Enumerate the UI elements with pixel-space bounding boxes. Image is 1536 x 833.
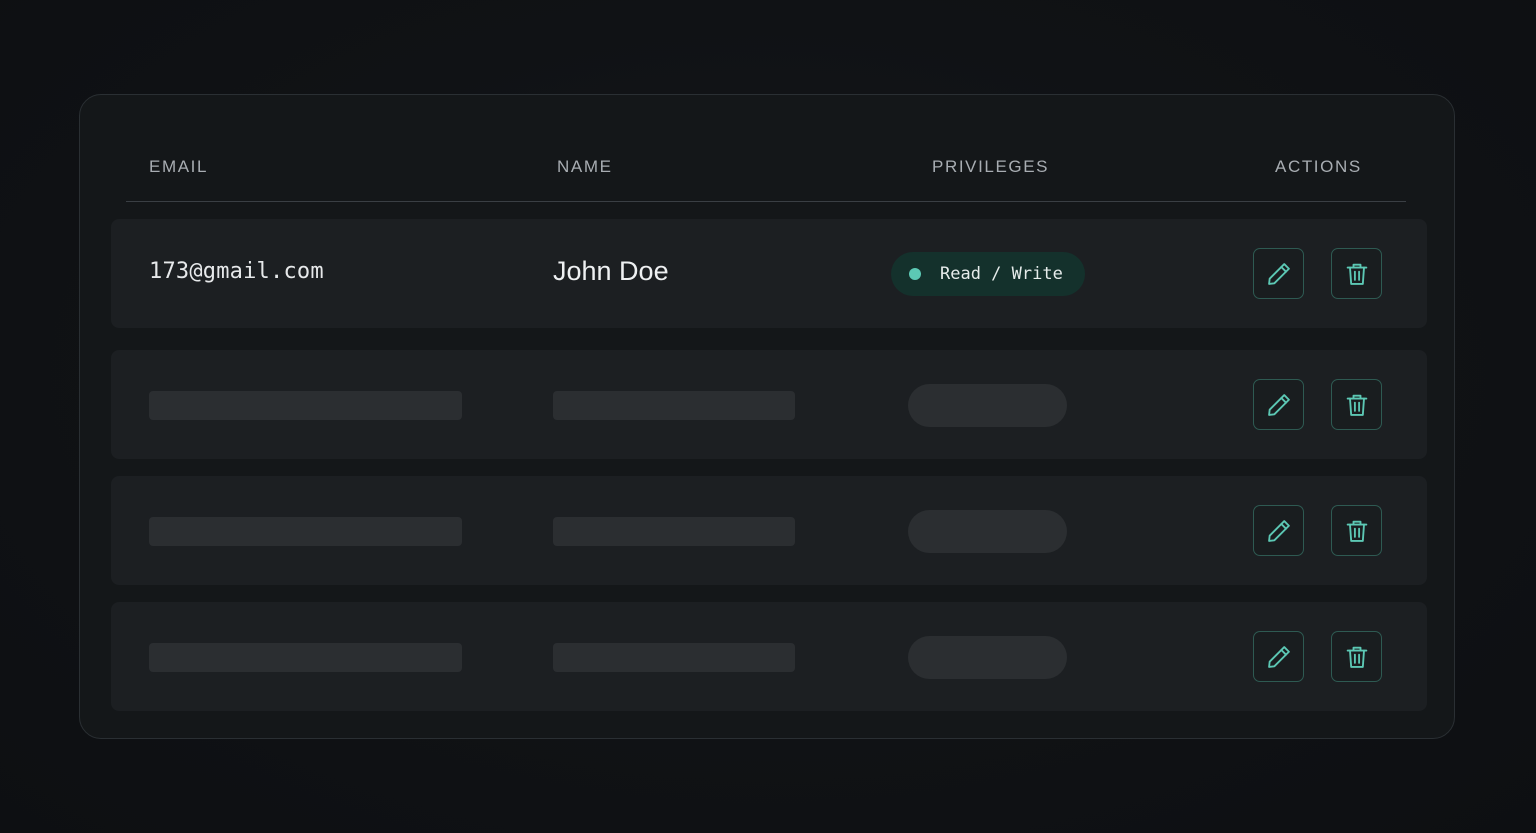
privilege-skeleton	[908, 384, 1067, 427]
pencil-icon	[1267, 645, 1290, 668]
email-skeleton	[149, 517, 462, 546]
users-table-card: EMAIL NAME PRIVILEGES ACTIONS 173@gmail.…	[79, 94, 1455, 739]
pencil-icon	[1267, 262, 1290, 285]
row-email: 173@gmail.com	[149, 259, 324, 284]
pencil-icon	[1267, 519, 1290, 542]
edit-button[interactable]	[1253, 248, 1304, 299]
privilege-skeleton	[908, 636, 1067, 679]
edit-button[interactable]	[1253, 505, 1304, 556]
privilege-skeleton	[908, 510, 1067, 553]
table-row: 173@gmail.com John Doe Read / Write	[111, 219, 1427, 328]
column-header-privileges: PRIVILEGES	[932, 157, 1050, 176]
trash-icon	[1346, 646, 1367, 668]
privilege-label: Read / Write	[940, 264, 1063, 284]
table-row-loading	[111, 476, 1427, 585]
email-skeleton	[149, 643, 462, 672]
column-header-email: EMAIL	[149, 157, 209, 176]
row-name: John Doe	[553, 256, 669, 286]
table-row-loading	[111, 350, 1427, 459]
column-header-name: NAME	[557, 157, 613, 176]
edit-button[interactable]	[1253, 379, 1304, 430]
delete-button[interactable]	[1331, 631, 1382, 682]
email-skeleton	[149, 391, 462, 420]
name-skeleton	[553, 643, 795, 672]
delete-button[interactable]	[1331, 379, 1382, 430]
page: EMAIL NAME PRIVILEGES ACTIONS 173@gmail.…	[0, 0, 1536, 833]
trash-icon	[1346, 263, 1367, 285]
delete-button[interactable]	[1331, 248, 1382, 299]
edit-button[interactable]	[1253, 631, 1304, 682]
delete-button[interactable]	[1331, 505, 1382, 556]
column-header-actions: ACTIONS	[1275, 157, 1362, 176]
privilege-badge: Read / Write	[891, 252, 1085, 296]
trash-icon	[1346, 520, 1367, 542]
status-dot-icon	[909, 268, 921, 280]
table-header: EMAIL NAME PRIVILEGES ACTIONS	[126, 153, 1406, 202]
name-skeleton	[553, 391, 795, 420]
table-row-loading	[111, 602, 1427, 711]
name-skeleton	[553, 517, 795, 546]
pencil-icon	[1267, 393, 1290, 416]
trash-icon	[1346, 394, 1367, 416]
